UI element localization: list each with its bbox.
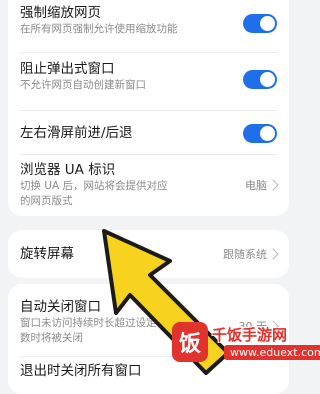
setting-title: 强制缩放网页	[20, 5, 101, 21]
divider	[20, 52, 277, 53]
ua-value: 电脑	[245, 179, 267, 192]
setting-swipe-nav[interactable]: 左右滑屏前进/后退	[20, 122, 277, 144]
watermark-name: 千饭手游网	[212, 326, 288, 344]
toggle-knob	[260, 16, 275, 31]
setting-subtitle: 不允许网页自动创建新窗口	[20, 79, 146, 91]
setting-subtitle-line1: 切换 UA 后，网站将会提供对应	[20, 180, 168, 192]
setting-subtitle: 在所有网页强制允许使用缩放功能	[20, 23, 178, 35]
setting-force-zoom[interactable]: 强制缩放网页 在所有网页强制允许使用缩放功能	[20, 4, 277, 44]
watermark-url: www.eduext.com	[224, 345, 320, 360]
watermark: 饭 千饭手游网 www.eduext.com	[168, 318, 320, 375]
divider	[20, 154, 277, 155]
setting-block-popups[interactable]: 阻止弹出式窗口 不允许网页自动创建新窗口	[20, 60, 277, 100]
setting-ua[interactable]: 浏览器 UA 标识 切换 UA 后，网站将会提供对应 的网页版式 电脑	[20, 161, 279, 215]
force-zoom-toggle[interactable]	[243, 14, 277, 33]
block-popups-toggle[interactable]	[243, 70, 277, 89]
setting-title: 浏览器 UA 标识	[20, 162, 116, 178]
toggle-knob	[260, 126, 275, 141]
divider	[20, 110, 277, 111]
settings-card-general: 强制缩放网页 在所有网页强制允许使用缩放功能 阻止弹出式窗口 不允许网页自动创建…	[8, 0, 289, 216]
swipe-nav-toggle[interactable]	[243, 124, 277, 143]
watermark-logo-icon: 饭	[172, 322, 208, 362]
setting-subtitle-line2: 的网页版式	[20, 195, 73, 207]
setting-title: 左右滑屏前进/后退	[20, 125, 133, 141]
toggle-knob	[260, 72, 275, 87]
setting-title: 阻止弹出式窗口	[20, 61, 115, 77]
